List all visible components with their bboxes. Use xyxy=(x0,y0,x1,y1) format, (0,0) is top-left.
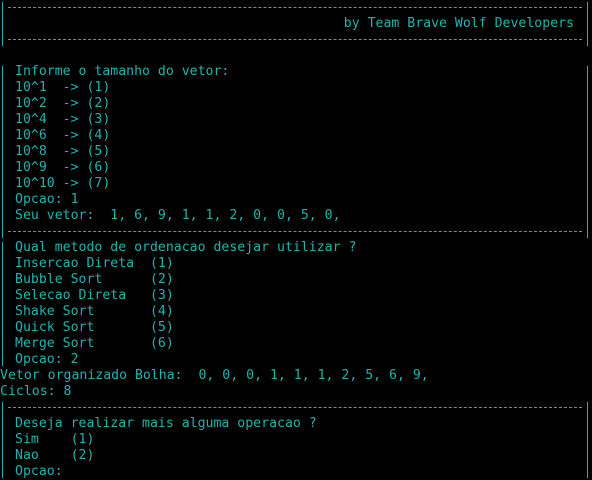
size-prompt: Informe o tamanho do vetor: xyxy=(15,64,230,79)
size-option: 10^4 -> (3) xyxy=(15,112,111,127)
sort-option: Merge Sort (6) xyxy=(15,336,174,351)
sort-option: Insercao Direta (1) xyxy=(15,256,174,271)
vector-output: Seu vetor: 1, 6, 9, 1, 1, 2, 0, 0, 5, 0, xyxy=(15,208,341,223)
divider xyxy=(2,32,588,48)
again-option: Nao (2) xyxy=(15,448,95,463)
size-menu-box: Informe o tamanho do vetor: 10^1 -> (1) … xyxy=(2,64,588,240)
cycles-output: Ciclos: 8 xyxy=(0,384,72,399)
size-choice: Opcao: 1 xyxy=(15,192,79,207)
again-prompt: Deseja realizar mais alguma operacao ? xyxy=(15,416,317,431)
again-option: Sim (1) xyxy=(15,432,95,447)
divider xyxy=(2,400,588,416)
size-option: 10^9 -> (6) xyxy=(15,160,111,175)
header-box: by Team Brave Wolf Developers xyxy=(2,0,588,48)
divider xyxy=(2,0,588,16)
again-menu-box: Deseja realizar mais alguma operacao ? S… xyxy=(2,400,588,480)
sort-option: Selecao Direta (3) xyxy=(15,288,174,303)
input-label: Opcao: xyxy=(15,464,63,479)
size-option: 10^8 -> (5) xyxy=(15,144,111,159)
sort-choice: Opcao: 2 xyxy=(15,352,79,367)
size-option: 10^1 -> (1) xyxy=(15,80,111,95)
sorted-vector-output: Vetor organizado Bolha: 0, 0, 0, 1, 1, 1… xyxy=(0,368,429,383)
sort-option: Shake Sort (4) xyxy=(15,304,174,319)
size-option: 10^6 -> (4) xyxy=(15,128,111,143)
sort-option: Quick Sort (5) xyxy=(15,320,174,335)
size-option: 10^10 -> (7) xyxy=(15,176,111,191)
input-line[interactable]: Opcao: xyxy=(2,464,588,480)
sort-option: Bubble Sort (2) xyxy=(15,272,174,287)
sort-prompt: Qual metodo de ordenacao desejar utiliza… xyxy=(15,240,357,255)
divider xyxy=(2,224,588,240)
credit-text: by Team Brave Wolf Developers xyxy=(343,16,574,31)
sort-menu-box: Qual metodo de ordenacao desejar utiliza… xyxy=(2,240,588,368)
terminal-window[interactable]: by Team Brave Wolf Developers Informe o … xyxy=(0,0,592,480)
size-option: 10^2 -> (2) xyxy=(15,96,111,111)
